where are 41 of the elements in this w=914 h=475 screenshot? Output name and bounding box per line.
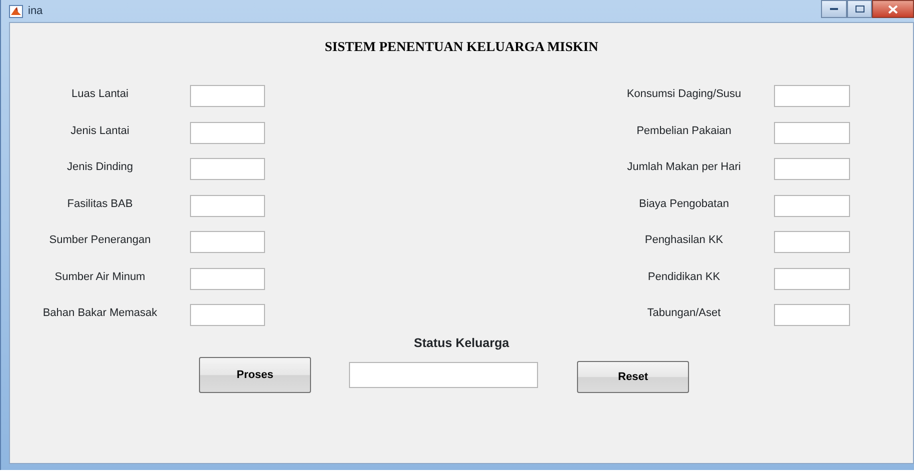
reset-button[interactable]: Reset (577, 361, 689, 393)
minimize-icon (829, 7, 839, 11)
input-field[interactable] (774, 85, 850, 108)
field-label: Bahan Bakar Memasak (42, 306, 158, 322)
maximize-icon (854, 5, 864, 13)
input-field[interactable] (774, 304, 850, 326)
field-label: Jumlah Makan per Hari (626, 160, 742, 176)
field-label: Jenis Lantai (70, 124, 130, 139)
field-label: Penghasilan KK (644, 233, 724, 248)
minimize-button[interactable] (821, 0, 847, 18)
status-field[interactable] (349, 362, 538, 388)
input-field[interactable] (190, 85, 265, 108)
input-field[interactable] (774, 194, 850, 217)
input-field[interactable] (190, 158, 265, 180)
input-field[interactable] (190, 304, 265, 326)
input-field[interactable] (774, 268, 850, 290)
field-label: Jenis Dinding (66, 160, 134, 176)
field-label: Sumber Penerangan (48, 233, 152, 248)
input-field[interactable] (190, 122, 265, 144)
input-field[interactable] (774, 231, 850, 254)
maximize-button[interactable] (847, 0, 872, 18)
close-icon (888, 4, 898, 14)
field-label: Pendidikan KK (646, 270, 722, 285)
input-field[interactable] (190, 231, 265, 254)
field-label: Biaya Pengobatan (638, 196, 730, 212)
status-label: Status Keluarga (412, 335, 510, 352)
field-label: Konsumsi Daging/Susu (626, 87, 742, 102)
window-title: ina (28, 4, 43, 19)
process-button[interactable]: Proses (199, 357, 311, 393)
app-icon (9, 4, 23, 18)
field-label: Pembelian Pakaian (636, 124, 732, 139)
input-field[interactable] (774, 122, 850, 144)
field-label: Luas Lantai (70, 87, 130, 102)
input-field[interactable] (190, 194, 265, 217)
input-field[interactable] (190, 268, 265, 290)
field-label: Sumber Air Minum (54, 270, 146, 285)
form-title: SISTEM PENENTUAN KELUARGA MISKIN (324, 38, 600, 56)
input-field[interactable] (774, 158, 850, 180)
field-label: Fasilitas BAB (66, 196, 134, 212)
field-label: Tabungan/Aset (646, 306, 722, 322)
close-button[interactable] (872, 0, 914, 18)
